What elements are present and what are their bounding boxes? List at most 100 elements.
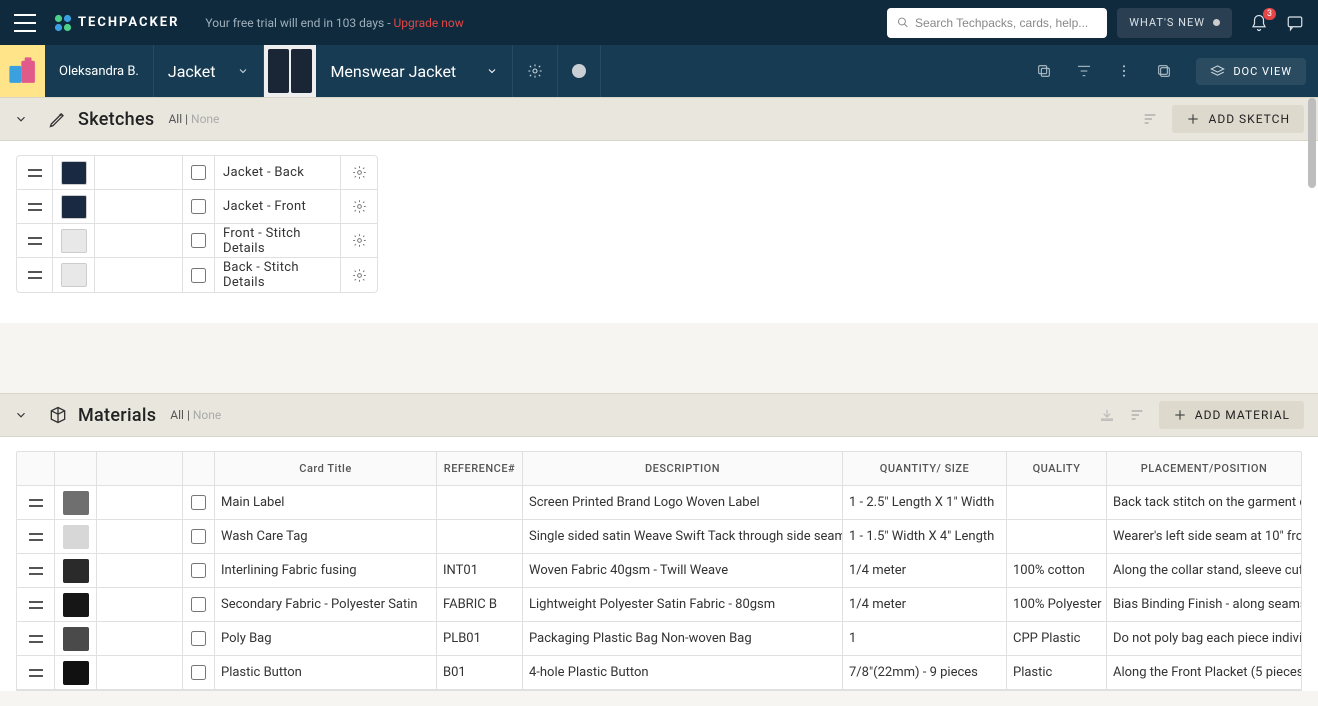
add-material-button[interactable]: ADD MATERIAL: [1159, 401, 1304, 429]
stack-button[interactable]: [1156, 63, 1172, 79]
drag-handle[interactable]: [17, 486, 55, 519]
menu-icon[interactable]: [14, 14, 36, 32]
material-desc[interactable]: 4-hole Plastic Button: [523, 656, 843, 689]
material-quality[interactable]: [1007, 486, 1107, 519]
material-thumbnail[interactable]: [55, 554, 97, 587]
drag-handle[interactable]: [17, 190, 53, 223]
more-button[interactable]: [1116, 63, 1132, 79]
filter-button[interactable]: [1076, 63, 1092, 79]
material-ref[interactable]: B01: [437, 656, 523, 689]
material-title[interactable]: Main Label: [215, 486, 437, 519]
feedback-button[interactable]: [1286, 14, 1304, 32]
material-quality[interactable]: 100% Polyester: [1007, 588, 1107, 621]
sketch-name[interactable]: Jacket - Front: [215, 190, 341, 223]
material-title[interactable]: Interlining Fabric fusing: [215, 554, 437, 587]
material-desc[interactable]: Screen Printed Brand Logo Woven Label: [523, 486, 843, 519]
material-thumbnail[interactable]: [55, 486, 97, 519]
sort-materials-button[interactable]: [1129, 407, 1145, 423]
sketch-settings-button[interactable]: [341, 224, 377, 257]
download-materials-button[interactable]: [1099, 407, 1115, 423]
material-quality[interactable]: 100% cotton: [1007, 554, 1107, 587]
sketch-checkbox[interactable]: [183, 190, 215, 223]
material-desc[interactable]: Woven Fabric 40gsm - Twill Weave: [523, 554, 843, 587]
material-title[interactable]: Plastic Button: [215, 656, 437, 689]
select-none-link[interactable]: None: [193, 408, 221, 422]
sketch-checkbox[interactable]: [183, 224, 215, 257]
sketch-name[interactable]: Front - Stitch Details: [215, 224, 341, 257]
collection-selector[interactable]: Jacket: [154, 45, 265, 97]
material-title[interactable]: Secondary Fabric - Polyester Satin: [215, 588, 437, 621]
whats-new-button[interactable]: WHAT'S NEW: [1117, 8, 1232, 38]
material-placement[interactable]: Bias Binding Finish - along seams: [1107, 588, 1301, 621]
material-title[interactable]: Wash Care Tag: [215, 520, 437, 553]
material-ref[interactable]: INT01: [437, 554, 523, 587]
material-qty[interactable]: 1 - 1.5" Width X 4" Length: [843, 520, 1007, 553]
drag-handle[interactable]: [17, 520, 55, 553]
material-thumbnail[interactable]: [55, 622, 97, 655]
workspace-avatar[interactable]: [0, 45, 45, 97]
material-ref[interactable]: PLB01: [437, 622, 523, 655]
material-checkbox[interactable]: [183, 554, 215, 587]
sketch-settings-button[interactable]: [341, 156, 377, 189]
material-checkbox[interactable]: [183, 520, 215, 553]
drag-handle[interactable]: [17, 622, 55, 655]
material-checkbox[interactable]: [183, 588, 215, 621]
drag-handle[interactable]: [17, 156, 53, 189]
owner-name[interactable]: Oleksandra B.: [45, 45, 154, 97]
material-placement[interactable]: Along the collar stand, sleeve cuff and …: [1107, 554, 1301, 587]
material-desc[interactable]: Packaging Plastic Bag Non-woven Bag: [523, 622, 843, 655]
material-quality[interactable]: CPP Plastic: [1007, 622, 1107, 655]
material-checkbox[interactable]: [183, 622, 215, 655]
material-placement[interactable]: Along the Front Placket (5 pieces), Slee…: [1107, 656, 1301, 689]
collapse-materials-button[interactable]: [14, 408, 28, 422]
material-title[interactable]: Poly Bag: [215, 622, 437, 655]
material-qty[interactable]: 1: [843, 622, 1007, 655]
drag-handle[interactable]: [17, 656, 55, 689]
material-placement[interactable]: Wearer's left side seam at 10" from hem: [1107, 520, 1301, 553]
sketch-settings-button[interactable]: [341, 258, 377, 292]
sketch-thumbnail[interactable]: [53, 224, 95, 257]
search-input[interactable]: [915, 16, 1097, 30]
material-desc[interactable]: Lightweight Polyester Satin Fabric - 80g…: [523, 588, 843, 621]
select-all-link[interactable]: All: [168, 112, 182, 126]
add-sketch-button[interactable]: ADD SKETCH: [1172, 105, 1304, 133]
copy-button[interactable]: [1036, 63, 1052, 79]
brand-logo[interactable]: TECHPACKER: [54, 14, 179, 32]
upgrade-link[interactable]: Upgrade now: [394, 16, 464, 30]
status-indicator[interactable]: [558, 45, 601, 97]
material-ref[interactable]: [437, 520, 523, 553]
sketch-checkbox[interactable]: [183, 156, 215, 189]
material-checkbox[interactable]: [183, 656, 215, 689]
doc-view-button[interactable]: DOC VIEW: [1196, 58, 1306, 85]
drag-handle[interactable]: [17, 224, 53, 257]
material-qty[interactable]: 1/4 meter: [843, 588, 1007, 621]
material-quality[interactable]: [1007, 520, 1107, 553]
sort-sketches-button[interactable]: [1142, 111, 1158, 127]
material-qty[interactable]: 7/8"(22mm) - 9 pieces: [843, 656, 1007, 689]
product-settings-button[interactable]: [513, 45, 558, 97]
sketch-settings-button[interactable]: [341, 190, 377, 223]
sketch-checkbox[interactable]: [183, 258, 215, 292]
material-ref[interactable]: [437, 486, 523, 519]
material-placement[interactable]: Back tack stitch on the garment center b…: [1107, 486, 1301, 519]
scrollbar-thumb[interactable]: [1308, 98, 1316, 188]
notifications-button[interactable]: 3: [1250, 14, 1268, 32]
collapse-sketches-button[interactable]: [14, 112, 28, 126]
material-checkbox[interactable]: [183, 486, 215, 519]
drag-handle[interactable]: [17, 554, 55, 587]
material-thumbnail[interactable]: [55, 656, 97, 689]
material-qty[interactable]: 1 - 2.5" Length X 1" Width: [843, 486, 1007, 519]
material-qty[interactable]: 1/4 meter: [843, 554, 1007, 587]
sketch-thumbnail[interactable]: [53, 156, 95, 189]
material-ref[interactable]: FABRIC B: [437, 588, 523, 621]
material-thumbnail[interactable]: [55, 588, 97, 621]
material-quality[interactable]: Plastic: [1007, 656, 1107, 689]
sketch-name[interactable]: Jacket - Back: [215, 156, 341, 189]
material-placement[interactable]: Do not poly bag each piece individually: [1107, 622, 1301, 655]
select-all-link[interactable]: All: [170, 408, 184, 422]
drag-handle[interactable]: [17, 258, 53, 292]
drag-handle[interactable]: [17, 588, 55, 621]
material-desc[interactable]: Single sided satin Weave Swift Tack thro…: [523, 520, 843, 553]
sketch-name[interactable]: Back - Stitch Details: [215, 258, 341, 292]
select-none-link[interactable]: None: [191, 112, 219, 126]
